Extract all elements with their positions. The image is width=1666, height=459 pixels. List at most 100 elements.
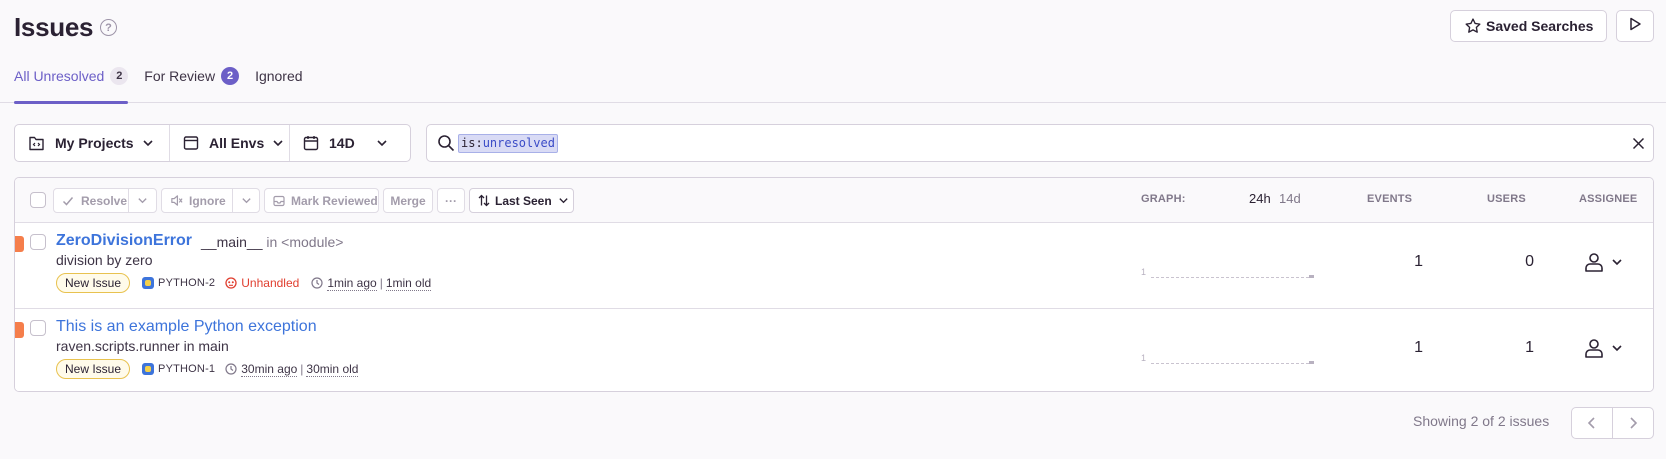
clock-icon: [311, 277, 323, 289]
issue-title[interactable]: ZeroDivisionError: [56, 232, 192, 250]
inbox-icon: [273, 195, 285, 207]
user-icon: [1583, 337, 1605, 359]
chevron-right-icon: [1627, 416, 1639, 430]
time-info: 1min ago | 1min old: [311, 276, 432, 291]
issue-list-header: Resolve Ignore Mark Reviewed Merge ··· L…: [15, 178, 1653, 223]
unhandled-icon: [225, 277, 237, 289]
ignore-label: Ignore: [189, 193, 226, 208]
merge-button[interactable]: Merge: [383, 188, 433, 213]
unhandled-badge: Unhandled: [225, 276, 299, 290]
last-seen[interactable]: 30min ago: [241, 362, 298, 377]
issue-location-rest: in <module>: [262, 234, 344, 250]
search-icon: [437, 134, 455, 157]
more-actions-button[interactable]: ···: [437, 188, 465, 213]
environment-filter[interactable]: All Envs: [169, 125, 289, 161]
help-icon[interactable]: ?: [100, 19, 117, 36]
events-column-header: EVENTS: [1367, 193, 1413, 205]
date-filter[interactable]: 14D: [289, 125, 410, 161]
graph-column-header: GRAPH:: [1141, 193, 1186, 205]
saved-searches-button[interactable]: Saved Searches: [1450, 10, 1607, 42]
tab-label: For Review: [144, 68, 216, 84]
chevron-down-icon: [137, 195, 148, 206]
merge-label: Merge: [390, 193, 426, 208]
realtime-button[interactable]: [1616, 10, 1654, 42]
user-count: 1: [1525, 339, 1534, 356]
issue-message: division by zero: [56, 252, 153, 268]
tab-label: Ignored: [255, 68, 303, 84]
tab-all-unresolved[interactable]: All Unresolved 2: [14, 67, 129, 104]
chevron-down-icon: [376, 137, 388, 149]
sparkline: [1151, 363, 1309, 364]
user-icon: [1583, 251, 1605, 273]
issue-tabs: All Unresolved 2 For Review 2 Ignored: [14, 67, 319, 104]
check-icon: [62, 195, 74, 207]
project-badge[interactable]: PYTHON-2: [142, 277, 215, 289]
project-badge[interactable]: PYTHON-1: [142, 363, 215, 375]
issue-list-panel: Resolve Ignore Mark Reviewed Merge ··· L…: [14, 177, 1654, 392]
next-page-button[interactable]: [1612, 408, 1653, 438]
issue-search-bar[interactable]: is:unresolved: [426, 124, 1654, 162]
calendar-icon: [303, 135, 319, 151]
tab-label: All Unresolved: [14, 68, 105, 84]
level-indicator: [15, 236, 24, 252]
issue-message: raven.scripts.runner in main: [56, 338, 229, 354]
project-filter-label: My Projects: [55, 135, 134, 151]
tab-count-badge: 2: [110, 67, 129, 85]
ignore-dropdown[interactable]: [232, 188, 260, 213]
mark-reviewed-button[interactable]: Mark Reviewed: [264, 188, 379, 213]
time-separator: |: [379, 276, 383, 290]
chevron-down-icon: [1611, 342, 1623, 354]
assignee-selector[interactable]: [1583, 251, 1623, 273]
search-key: is:: [461, 136, 483, 150]
select-all-checkbox[interactable]: [30, 192, 46, 208]
event-count: 1: [1414, 253, 1423, 270]
search-query-token[interactable]: is:unresolved: [458, 134, 558, 153]
time-separator: |: [300, 362, 304, 376]
issue-meta: New Issue PYTHON-2 Unhandled 1min ago | …: [56, 273, 432, 293]
new-issue-badge: New Issue: [56, 359, 131, 379]
users-column-header: USERS: [1487, 193, 1526, 205]
issue-checkbox[interactable]: [30, 320, 46, 336]
previous-page-button[interactable]: [1572, 408, 1612, 438]
event-count: 1: [1414, 339, 1423, 356]
first-seen[interactable]: 1min old: [385, 276, 432, 291]
page-filter-bar: My Projects All Envs 14D: [14, 124, 411, 162]
sparkline-bar: [1309, 275, 1314, 278]
sort-by-button[interactable]: Last Seen: [469, 188, 574, 213]
project-icon: [142, 277, 155, 289]
project-short-id: PYTHON-1: [158, 363, 216, 375]
search-value: unresolved: [482, 136, 555, 150]
issue-title[interactable]: This is an example Python exception: [56, 318, 317, 336]
saved-searches-label: Saved Searches: [1486, 18, 1594, 34]
page-title: Issues: [14, 12, 94, 42]
chevron-left-icon: [1586, 416, 1598, 430]
resolve-dropdown[interactable]: [128, 188, 157, 213]
first-seen[interactable]: 30min old: [306, 362, 359, 377]
play-icon: [1628, 17, 1642, 36]
graph-period-14d[interactable]: 14d: [1279, 191, 1301, 206]
new-issue-badge: New Issue: [56, 273, 131, 293]
chevron-down-icon: [241, 195, 252, 206]
close-icon[interactable]: [1632, 137, 1645, 155]
sparkline-axis-label: 1: [1141, 267, 1147, 277]
tab-ignored[interactable]: Ignored: [255, 68, 302, 103]
sparkline-axis-label: 1: [1141, 353, 1147, 363]
ignore-button[interactable]: Ignore: [161, 188, 233, 213]
resolve-label: Resolve: [81, 193, 128, 208]
user-count: 0: [1525, 253, 1534, 270]
issue-row[interactable]: ZeroDivisionError __main__ in <module> d…: [15, 223, 1653, 307]
star-icon: [1464, 17, 1482, 38]
issue-checkbox[interactable]: [30, 234, 46, 250]
issue-row[interactable]: This is an example Python exception rave…: [15, 308, 1653, 391]
pagination-summary: Showing 2 of 2 issues: [1413, 413, 1550, 429]
assignee-selector[interactable]: [1583, 337, 1623, 359]
projects-icon: [28, 135, 45, 152]
sort-icon: [478, 194, 490, 207]
last-seen[interactable]: 1min ago: [327, 276, 377, 291]
resolve-button[interactable]: Resolve: [53, 188, 129, 213]
tab-for-review[interactable]: For Review 2: [144, 67, 240, 103]
more-label: ···: [445, 193, 457, 208]
tab-count-badge: 2: [221, 67, 240, 85]
project-filter[interactable]: My Projects: [15, 125, 169, 161]
graph-period-24h[interactable]: 24h: [1249, 191, 1271, 206]
